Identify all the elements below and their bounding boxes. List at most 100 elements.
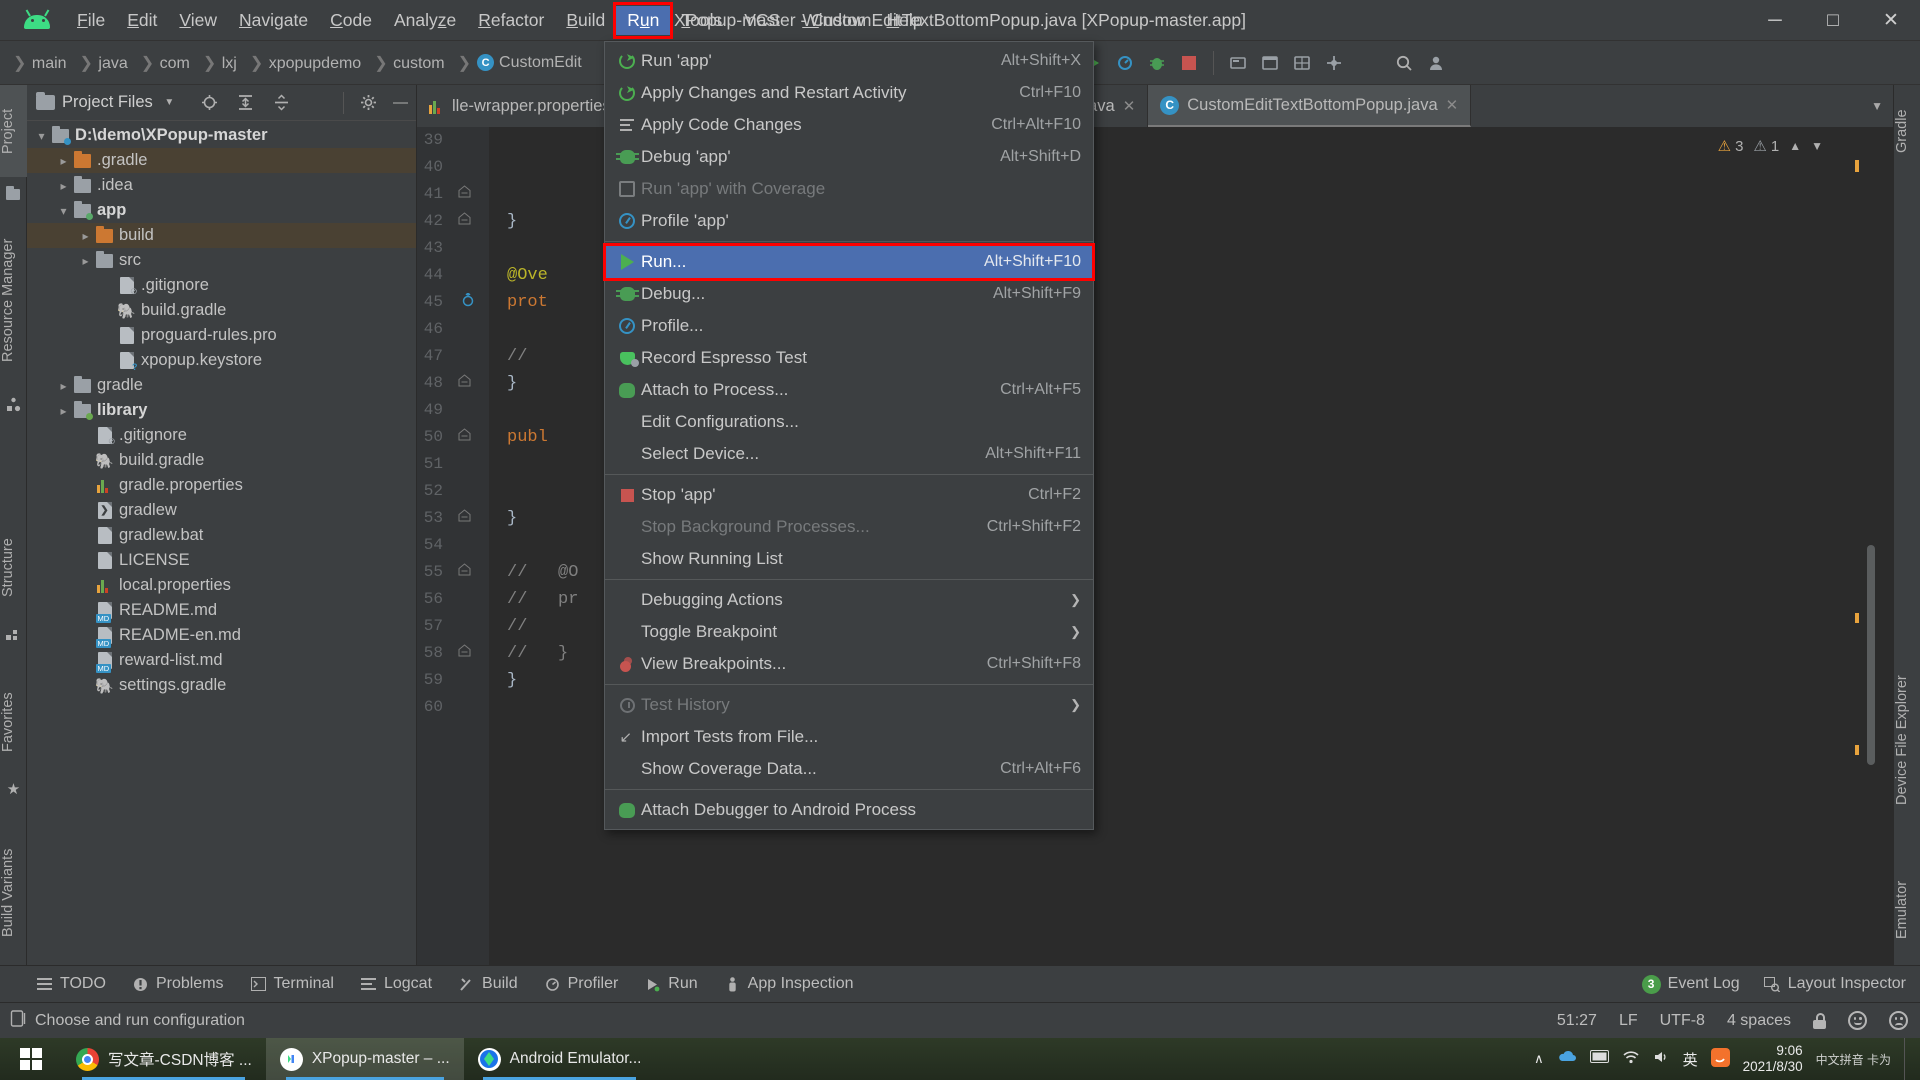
menu-navigate[interactable]: Navigate [228, 6, 319, 35]
select-opened-file-icon[interactable] [200, 93, 219, 112]
previous-problem-icon[interactable]: ▲ [1789, 139, 1801, 153]
show-hidden-icons-chevron[interactable]: ∧ [1534, 1051, 1544, 1067]
sogou-icon[interactable] [1711, 1048, 1730, 1071]
editor-tab-properties[interactable]: lle-wrapper.properties [417, 85, 624, 127]
menu-item-view-breakpoints[interactable]: View Breakpoints...Ctrl+Shift+F8 [605, 648, 1093, 680]
inspection-widget[interactable]: ⚠ 3 ⚠ 1 ▲ ▼ [1718, 137, 1823, 155]
file-encoding[interactable]: UTF-8 [1660, 1012, 1705, 1030]
menu-item-debugging-actions[interactable]: Debugging Actions❯ [605, 584, 1093, 616]
tree-row[interactable]: local.properties [27, 573, 416, 598]
sad-face-icon[interactable] [1889, 1011, 1908, 1030]
tree-row[interactable]: ▸build [27, 223, 416, 248]
next-problem-icon[interactable]: ▼ [1811, 139, 1823, 153]
tree-row[interactable]: ?xpopup.keystore [27, 348, 416, 373]
tool-button-todo[interactable]: TODO [36, 975, 106, 993]
minimize-button[interactable]: ─ [1746, 0, 1804, 41]
chevron-down-icon[interactable]: ▼ [160, 93, 179, 112]
sidebar-item-gradle[interactable]: Gradle [1894, 91, 1920, 171]
sidebar-item-build-variants[interactable]: Build Variants [0, 820, 27, 965]
search-everywhere-button[interactable] [1388, 48, 1420, 78]
volume-icon[interactable] [1653, 1050, 1670, 1068]
menu-file[interactable]: File [66, 6, 116, 35]
tree-row[interactable]: ▸.gradle [27, 148, 416, 173]
indent-setting[interactable]: 4 spaces [1727, 1012, 1791, 1030]
error-stripe-marker[interactable] [1855, 160, 1859, 172]
error-stripe-marker[interactable] [1855, 613, 1859, 623]
tool-button-layout-inspector[interactable]: Layout Inspector [1764, 975, 1906, 993]
menu-item-apply-changes-and-restart-activity[interactable]: ➤Apply Changes and Restart ActivityCtrl+… [605, 77, 1093, 109]
chevron-right-icon[interactable]: ▸ [55, 179, 72, 193]
tree-row[interactable]: MDreward-list.md [27, 648, 416, 673]
taskbar-item-emulator[interactable]: Android Emulator... [464, 1038, 656, 1080]
tree-row[interactable]: ▸.idea [27, 173, 416, 198]
error-stripe-marker[interactable] [1855, 745, 1859, 755]
menu-item-stop-app[interactable]: Stop 'app'Ctrl+F2 [605, 479, 1093, 511]
menu-item-profile[interactable]: Profile... [605, 310, 1093, 342]
tree-row[interactable]: proguard-rules.pro [27, 323, 416, 348]
profile-toolbar-button[interactable] [1109, 48, 1141, 78]
tool-button-app-inspection[interactable]: App Inspection [724, 975, 854, 993]
ime-indicator[interactable]: 英 [1683, 1049, 1698, 1070]
chevron-right-icon[interactable]: ▸ [55, 404, 72, 418]
menu-item-profile-app[interactable]: Profile 'app' [605, 205, 1093, 237]
tree-row[interactable]: ▸gradle [27, 373, 416, 398]
sidebar-item-project[interactable]: Project [0, 85, 27, 177]
breadcrumb-item-3[interactable]: ❯ lxj [196, 53, 243, 73]
code-fold-icon[interactable] [458, 212, 471, 228]
editor-gutter[interactable]: 3940414243444546474849505152535455565758… [417, 127, 489, 965]
menu-vcs[interactable]: VCS [733, 6, 791, 35]
sidebar-item-emulator[interactable]: Emulator [1894, 855, 1920, 965]
sidebar-item-device-file-explorer[interactable]: Device File Explorer [1894, 645, 1920, 835]
editor-tab-customedittextbottompopup[interactable]: C CustomEditTextBottomPopup.java ✕ [1148, 85, 1471, 127]
sdk-button[interactable] [1254, 48, 1286, 78]
avd-button[interactable] [1222, 48, 1254, 78]
menu-item-apply-code-changes[interactable]: Apply Code ChangesCtrl+Alt+F10 [605, 109, 1093, 141]
menu-view[interactable]: View [168, 6, 228, 35]
menu-item-toggle-breakpoint[interactable]: Toggle Breakpoint❯ [605, 616, 1093, 648]
tree-row[interactable]: 🐘settings.gradle [27, 673, 416, 698]
chevron-down-icon[interactable]: ▼ [1871, 99, 1883, 113]
maximize-button[interactable]: □ [1804, 0, 1862, 41]
onedrive-icon[interactable] [1557, 1050, 1577, 1068]
menu-item-run-app[interactable]: ➤Run 'app'Alt+Shift+X [605, 45, 1093, 77]
tree-row[interactable]: gradle.properties [27, 473, 416, 498]
breadcrumb-item-5[interactable]: ❯ custom [367, 53, 450, 73]
editor-scrollbar[interactable] [1867, 545, 1875, 765]
menu-item-attach-to-process[interactable]: Attach to Process...Ctrl+Alt+F5 [605, 374, 1093, 406]
tree-row[interactable]: 🐘build.gradle [27, 448, 416, 473]
menu-item-select-device[interactable]: Select Device...Alt+Shift+F11 [605, 438, 1093, 470]
menu-item-show-coverage-data[interactable]: Show Coverage Data...Ctrl+Alt+F6 [605, 753, 1093, 785]
override-method-icon[interactable] [461, 293, 475, 310]
menu-item-debug[interactable]: Debug...Alt+Shift+F9 [605, 278, 1093, 310]
taskbar-item-android-studio[interactable]: XPopup-master – ... [266, 1038, 464, 1080]
lock-icon[interactable] [1813, 1013, 1826, 1029]
taskbar-item-chrome[interactable]: 写文章-CSDN博客 ... [62, 1038, 266, 1080]
tool-button-build[interactable]: Build [458, 975, 518, 993]
close-tab-icon[interactable]: ✕ [1123, 97, 1136, 115]
chevron-right-icon[interactable]: ▸ [55, 154, 72, 168]
tree-row[interactable]: 🐘build.gradle [27, 298, 416, 323]
menu-item-show-running-list[interactable]: Show Running List [605, 543, 1093, 575]
tree-row[interactable]: ▾D:\demo\XPopup-master [27, 123, 416, 148]
breadcrumb-item-2[interactable]: ❯ com [134, 53, 196, 73]
tree-row[interactable]: ⊘.gitignore [27, 273, 416, 298]
menu-edit[interactable]: Edit [116, 6, 168, 35]
tree-row[interactable]: ▸src [27, 248, 416, 273]
menu-code[interactable]: Code [319, 6, 383, 35]
tree-row[interactable]: MDREADME.md [27, 598, 416, 623]
menu-item-import-tests-from-file[interactable]: ↙Import Tests from File... [605, 721, 1093, 753]
breadcrumb-item-4[interactable]: ❯ xpopupdemo [243, 53, 367, 73]
menu-run[interactable]: Run [616, 6, 670, 35]
clock[interactable]: 9:06 2021/8/30 [1743, 1043, 1803, 1074]
menu-item-attach-debugger-to-android-process[interactable]: Attach Debugger to Android Process [605, 794, 1093, 826]
tree-row[interactable]: MDREADME-en.md [27, 623, 416, 648]
tree-row[interactable]: LICENSE [27, 548, 416, 573]
chevron-down-icon[interactable]: ▾ [33, 129, 50, 143]
tree-row[interactable]: ▾app [27, 198, 416, 223]
run-menu-popup[interactable]: ➤Run 'app'Alt+Shift+X➤Apply Changes and … [604, 41, 1094, 830]
sidebar-item-resource-manager[interactable]: Resource Manager [0, 210, 27, 390]
menu-item-run[interactable]: Run...Alt+Shift+F10 [605, 246, 1093, 278]
chevron-down-icon[interactable]: ▾ [55, 204, 72, 218]
start-button[interactable] [0, 1038, 62, 1080]
wifi-icon[interactable] [1622, 1050, 1640, 1068]
